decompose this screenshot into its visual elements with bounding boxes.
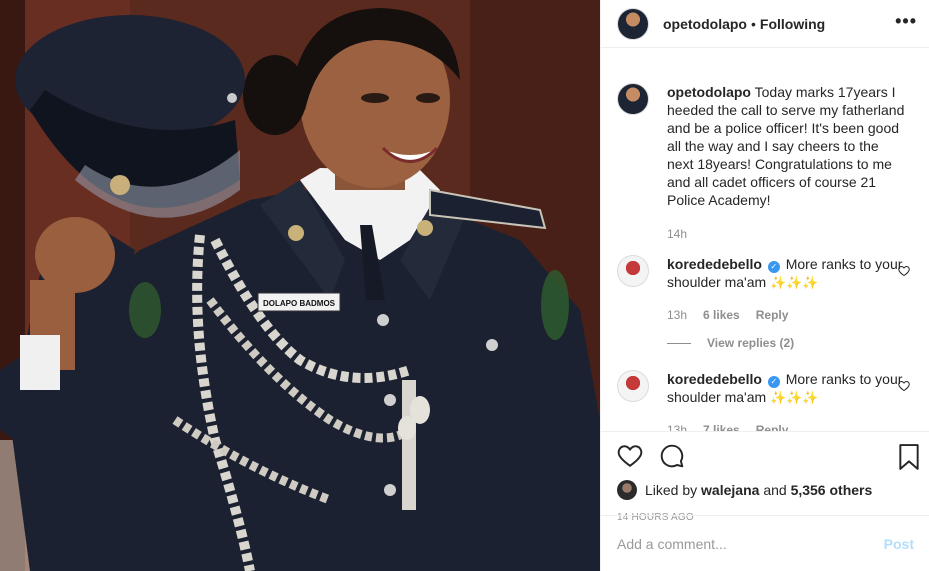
comment-likes[interactable]: 6 likes	[703, 306, 740, 324]
comment-body: korededebello ✓ More ranks to your shoul…	[667, 370, 909, 431]
comment-likes[interactable]: 7 likes	[703, 421, 740, 431]
add-comment-input[interactable]: Add a comment...	[617, 536, 884, 552]
commenter-username[interactable]: korededebello	[667, 256, 762, 272]
instagram-post-view: DOLAPO BADMOS opetodolapo • Following ••…	[0, 0, 929, 571]
verified-badge-icon: ✓	[767, 376, 780, 388]
post-photo[interactable]: DOLAPO BADMOS	[0, 0, 600, 571]
liker-avatar[interactable]	[617, 480, 637, 500]
commenter-avatar[interactable]	[617, 370, 649, 402]
post-side-panel: opetodolapo • Following ••• opetodolapo …	[600, 0, 929, 571]
comment-meta: 13h 7 likes Reply	[667, 421, 909, 431]
comment-body: korededebello ✓ More ranks to your shoul…	[667, 255, 909, 324]
commenter-username[interactable]: korededebello	[667, 371, 762, 387]
liked-by-user[interactable]: walejana	[701, 482, 759, 498]
bookmark-icon[interactable]	[898, 444, 920, 473]
liked-by-row: Liked by walejana and 5,356 others	[601, 480, 929, 500]
follow-status-button[interactable]: Following	[760, 16, 825, 32]
comment-icon[interactable]	[659, 443, 685, 469]
comment-like-heart-icon[interactable]	[898, 380, 910, 392]
header-separator: •	[751, 15, 756, 32]
police-officer-portrait: DOLAPO BADMOS	[0, 0, 600, 571]
name-badge-text: DOLAPO BADMOS	[263, 299, 336, 308]
commenter-avatar[interactable]	[617, 255, 649, 287]
reply-button[interactable]: Reply	[756, 306, 789, 324]
caption-meta: 14h	[667, 225, 909, 243]
liked-by-count[interactable]: 5,356 others	[791, 482, 873, 498]
action-icons	[601, 432, 929, 480]
caption-avatar[interactable]	[617, 83, 649, 115]
sparkles-emoji: ✨✨✨	[770, 275, 819, 290]
sparkles-emoji: ✨✨✨	[770, 390, 819, 405]
view-replies-button[interactable]: View replies (2)	[667, 336, 914, 350]
post-actions: Liked by walejana and 5,356 others 14 HO…	[601, 431, 929, 523]
comment-item: korededebello ✓ More ranks to your shoul…	[617, 370, 914, 431]
caption-text: Today marks 17years I heeded the call to…	[667, 84, 905, 208]
post-comment-button[interactable]: Post	[884, 536, 914, 552]
caption: opetodolapo Today marks 17years I heeded…	[617, 83, 914, 243]
more-horizontal-icon[interactable]: •••	[895, 12, 917, 30]
comment-time[interactable]: 13h	[667, 306, 687, 324]
liked-by-and: and	[763, 482, 787, 498]
caption-time[interactable]: 14h	[667, 225, 687, 243]
comment-item: korededebello ✓ More ranks to your shoul…	[617, 255, 914, 324]
view-replies-line	[667, 342, 691, 344]
reply-button[interactable]: Reply	[756, 421, 789, 431]
author-username[interactable]: opetodolapo	[663, 16, 747, 32]
comment-like-heart-icon[interactable]	[898, 265, 910, 277]
caption-body: opetodolapo Today marks 17years I heeded…	[667, 83, 909, 243]
caption-username[interactable]: opetodolapo	[667, 84, 751, 100]
liked-by-prefix: Liked by	[645, 482, 698, 498]
comments-list[interactable]: opetodolapo Today marks 17years I heeded…	[601, 49, 929, 431]
add-comment-bar: Add a comment... Post	[601, 515, 929, 571]
author-avatar[interactable]	[617, 7, 649, 40]
post-header: opetodolapo • Following •••	[601, 0, 929, 48]
heart-icon[interactable]	[617, 443, 643, 469]
comment-meta: 13h 6 likes Reply	[667, 306, 909, 324]
verified-badge-icon: ✓	[767, 261, 780, 273]
view-replies-label: View replies (2)	[707, 336, 795, 350]
comment-time[interactable]: 13h	[667, 421, 687, 431]
